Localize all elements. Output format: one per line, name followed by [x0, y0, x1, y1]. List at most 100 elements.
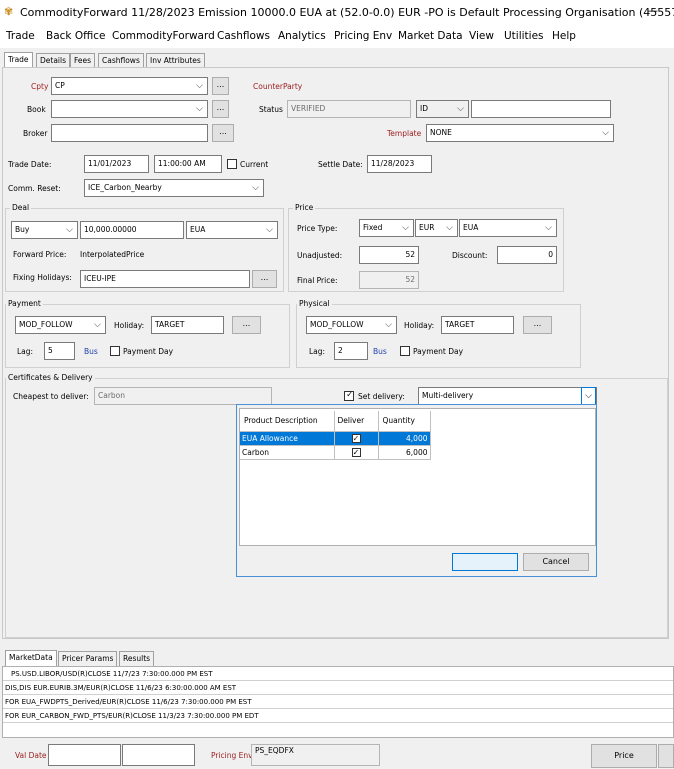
- physical-legend: Physical: [297, 299, 332, 309]
- set-delivery-checkbox[interactable]: [344, 390, 354, 401]
- physical-rule-select[interactable]: MOD_FOLLOW ⌵: [306, 316, 397, 334]
- menu-commodityforward[interactable]: CommodityForward: [112, 30, 215, 42]
- chevron-down-icon: ⌵: [446, 223, 453, 233]
- payment-holiday-input[interactable]: TARGET: [151, 316, 224, 334]
- unadjusted-label: Unadjusted:: [297, 251, 343, 260]
- trade-time-input[interactable]: 11:00:00 AM: [154, 155, 222, 173]
- tab-trade[interactable]: Trade: [4, 52, 33, 68]
- tab-cashflows[interactable]: Cashflows: [98, 53, 144, 68]
- chevron-down-icon[interactable]: ⌵: [581, 387, 596, 405]
- chevron-down-icon: ⌵: [94, 320, 101, 330]
- tab-fees[interactable]: Fees: [70, 53, 96, 68]
- row-deliver[interactable]: ✓: [334, 445, 379, 460]
- price-button[interactable]: Price: [591, 744, 657, 768]
- book-select[interactable]: ⌵: [51, 100, 208, 118]
- pricing-env-label: Pricing Env: [211, 751, 253, 760]
- settle-date-input[interactable]: 11/28/2023: [367, 155, 432, 173]
- menu-market-data[interactable]: Market Data: [398, 30, 463, 42]
- forward-price-label: Forward Price:: [13, 250, 67, 259]
- list-item[interactable]: FOR EUA_FWDPTS_Derived/EUR(R)CLOSE 11/6/…: [5, 698, 252, 706]
- table-row[interactable]: Carbon ✓ 6,000: [240, 445, 431, 460]
- val-date-label: Val Date: [15, 751, 47, 760]
- price-type-select[interactable]: Fixed ⌵: [359, 219, 414, 237]
- book-browse-button[interactable]: ...: [212, 100, 229, 118]
- physical-holiday-button[interactable]: ...: [523, 316, 552, 334]
- physical-lag-input[interactable]: 2: [334, 342, 368, 360]
- payment-bus-label: Bus: [84, 347, 98, 356]
- price-unit-select[interactable]: EUA ⌵: [459, 219, 557, 237]
- row-deliver[interactable]: ✓: [334, 431, 379, 446]
- tab-details[interactable]: Details: [36, 53, 71, 68]
- menu-pricing-env[interactable]: Pricing Env: [334, 30, 392, 42]
- tab-pricer-params[interactable]: Pricer Params: [58, 651, 118, 666]
- broker-input[interactable]: [51, 124, 208, 142]
- chevron-down-icon: ⌵: [252, 183, 259, 193]
- title-bar: ✾ CommodityForward 11/28/2023 Emission 1…: [0, 0, 674, 26]
- table-row[interactable]: EUA Allowance ✓ 4,000: [240, 431, 431, 446]
- deal-unit-select[interactable]: EUA ⌵: [186, 221, 278, 239]
- forward-price-value: InterpolatedPrice: [80, 250, 145, 259]
- fixing-holidays-input[interactable]: ICEU-IPE: [80, 270, 250, 288]
- chevron-down-icon: ⌵: [602, 128, 609, 138]
- settle-date-label: Settle Date:: [318, 160, 363, 169]
- deal-direction-select[interactable]: Buy ⌵: [11, 221, 78, 239]
- unadjusted-input[interactable]: 52: [359, 246, 419, 264]
- cheapest-field: Carbon: [94, 387, 272, 405]
- val-date-input[interactable]: [48, 744, 121, 766]
- template-select[interactable]: NONE ⌵: [426, 124, 614, 142]
- menu-utilities[interactable]: Utilities: [504, 30, 544, 42]
- comm-reset-select[interactable]: ICE_Carbon_Nearby ⌵: [84, 179, 264, 197]
- broker-browse-button[interactable]: ...: [212, 124, 234, 142]
- payment-holiday-button[interactable]: ...: [232, 316, 261, 334]
- deliver-checkbox[interactable]: ✓: [351, 433, 361, 443]
- payment-day-label: Payment Day: [123, 347, 174, 356]
- col-quantity[interactable]: Quantity: [378, 411, 431, 432]
- col-deliver[interactable]: Deliver: [334, 411, 379, 432]
- physical-bus-label: Bus: [373, 347, 387, 356]
- payment-rule-select[interactable]: MOD_FOLLOW ⌵: [15, 316, 106, 334]
- cpty-label: Cpty: [31, 82, 49, 91]
- deal-quantity-input[interactable]: 10,000.00000: [80, 221, 184, 239]
- minimize-button[interactable]: —: [647, 4, 658, 17]
- fixing-holidays-button[interactable]: ...: [252, 270, 277, 288]
- list-item[interactable]: DIS,DIS EUR.EURIB.3M/EUR(R)CLOSE 11/6/23…: [5, 684, 236, 692]
- payment-day-checkbox[interactable]: [110, 346, 120, 356]
- cancel-button[interactable]: Cancel: [523, 553, 589, 571]
- id-input[interactable]: [471, 100, 611, 118]
- price-currency-select[interactable]: EUR ⌵: [415, 219, 458, 237]
- menu-trade[interactable]: Trade: [6, 30, 35, 42]
- list-item[interactable]: FOR EUR_CARBON_FWD_PTS/EUR(R)CLOSE 11/3/…: [5, 712, 259, 720]
- menu-cashflows[interactable]: Cashflows: [217, 30, 270, 42]
- physical-payment-day-checkbox[interactable]: [400, 346, 410, 356]
- current-checkbox[interactable]: [227, 159, 237, 169]
- final-price-label: Final Price:: [297, 276, 338, 285]
- id-type-select[interactable]: ID ⌵: [416, 100, 469, 118]
- physical-holiday-input[interactable]: TARGET: [441, 316, 514, 334]
- tab-inv-attributes[interactable]: Inv Attributes: [146, 53, 205, 68]
- discount-input[interactable]: 0: [497, 246, 557, 264]
- list-item[interactable]: PS.USD.LIBOR/USD(R)CLOSE 11/7/23 7:30:00…: [11, 670, 213, 678]
- set-delivery-select[interactable]: Multi-delivery ⌵: [418, 387, 597, 405]
- chevron-down-icon: ⌵: [457, 104, 464, 114]
- menu-back-office[interactable]: Back Office: [46, 30, 105, 42]
- chevron-down-icon: ⌵: [266, 225, 273, 235]
- comm-reset-label: Comm. Reset:: [8, 184, 61, 193]
- payment-lag-label: Lag:: [17, 347, 34, 356]
- row-description: EUA Allowance: [240, 431, 335, 446]
- menu-view[interactable]: View: [469, 30, 494, 42]
- tab-marketdata[interactable]: MarketData: [5, 650, 57, 666]
- menu-analytics[interactable]: Analytics: [278, 30, 326, 42]
- col-product-description[interactable]: Product Description: [240, 411, 335, 432]
- ok-button[interactable]: [452, 553, 518, 571]
- tab-results[interactable]: Results: [119, 651, 155, 666]
- deliver-checkbox[interactable]: ✓: [351, 447, 361, 457]
- pricing-env-field: PS_EQDFX: [251, 744, 380, 766]
- payment-lag-input[interactable]: 5: [44, 342, 75, 360]
- val-time-input[interactable]: [122, 744, 195, 766]
- menu-help[interactable]: Help: [552, 30, 576, 42]
- trade-date-input[interactable]: 11/01/2023: [84, 155, 149, 173]
- cpty-select[interactable]: CP ⌵: [51, 77, 208, 95]
- broker-label: Broker: [23, 129, 48, 138]
- cpty-browse-button[interactable]: ...: [212, 77, 229, 95]
- extra-button[interactable]: [658, 744, 674, 768]
